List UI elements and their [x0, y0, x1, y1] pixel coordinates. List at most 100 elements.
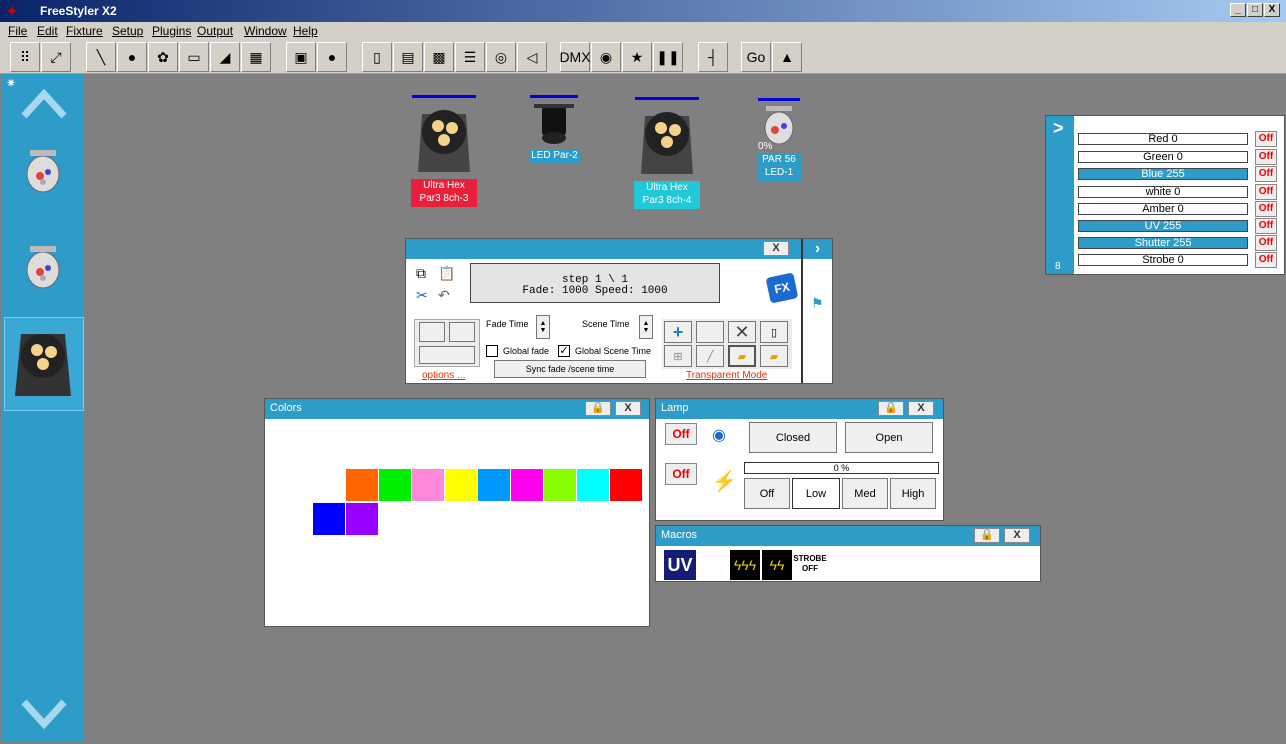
new-sequence-icon[interactable]: ▯ [760, 321, 788, 343]
transparent-mode-link[interactable]: Transparent Mode [686, 370, 767, 381]
mode-low-button[interactable]: Low [792, 478, 840, 509]
strobe-off-macro[interactable]: STROBE OFF [793, 554, 827, 574]
next-step-button[interactable] [449, 322, 475, 342]
select-fixtures-icon[interactable]: ⠿ [10, 42, 40, 72]
copy-icon[interactable]: ⧉ [416, 265, 426, 282]
deselect-fixtures-icon[interactable]: ⤢ [41, 42, 71, 72]
gobo-icon[interactable]: ● [117, 42, 147, 72]
color-swatch[interactable] [313, 503, 345, 535]
prism-icon[interactable]: ◢ [210, 42, 240, 72]
merge-step-icon[interactable]: ⊞ [664, 345, 692, 367]
color-swatch[interactable] [412, 469, 444, 501]
blank-step-button[interactable] [696, 321, 724, 343]
strobe-slow-icon[interactable]: ϟϟ [762, 550, 792, 580]
color-swatch[interactable] [379, 469, 411, 501]
lamp-open-button[interactable]: Open [845, 422, 933, 453]
menu-file[interactable]: File [8, 24, 27, 38]
stage-icon[interactable]: ▣ [286, 42, 316, 72]
uv-macro-button[interactable]: UV [664, 550, 696, 580]
faders-icon[interactable]: ☰ [455, 42, 485, 72]
sync-fade-button[interactable]: Sync fade /scene time [494, 360, 646, 378]
fader-icon[interactable]: ┤ [698, 42, 728, 72]
delete-step-icon[interactable]: ✕ [728, 321, 756, 343]
channel-off-button[interactable]: Off [1255, 252, 1277, 268]
fixture-label-par56-1[interactable]: PAR 56 LED-1 [757, 153, 801, 181]
smoke-icon[interactable]: ◁ [517, 42, 547, 72]
matrix-icon[interactable]: ▦ [241, 42, 271, 72]
fixture-thumb-par56-1[interactable] [18, 144, 68, 198]
color-swatch[interactable] [577, 469, 609, 501]
color-swatch[interactable] [478, 469, 510, 501]
speaker-icon[interactable]: ◎ [486, 42, 516, 72]
collapse-arrow-icon[interactable]: > [1053, 118, 1064, 139]
led-par-icon[interactable] [530, 100, 580, 148]
spotlight-icon[interactable]: ◉ [591, 42, 621, 72]
fixture-thumb-par56-2[interactable] [18, 240, 68, 294]
menu-edit[interactable]: Edit [37, 24, 58, 38]
cue-icon[interactable]: ▤ [393, 42, 423, 72]
strobe-fast-icon[interactable]: ϟϟϟ [730, 550, 760, 580]
strobe-off-button[interactable]: Off [665, 463, 697, 485]
channel-off-button[interactable]: Off [1255, 131, 1277, 147]
lamp-closed-button[interactable]: Closed [749, 422, 837, 453]
record-step-button[interactable] [419, 346, 475, 364]
menu-output[interactable]: Output [197, 24, 233, 38]
pause-icon[interactable]: ❚❚ [653, 42, 683, 72]
open-sequence-icon[interactable]: ▰ [728, 345, 756, 367]
fixture-thumb-ultrahex-selected[interactable] [4, 317, 84, 411]
prev-step-button[interactable] [419, 322, 445, 342]
color-swatch[interactable] [346, 469, 378, 501]
color-swatch[interactable] [544, 469, 576, 501]
save-sequence-icon[interactable]: ▰ [760, 345, 788, 367]
fixture-label-ultrahex-3[interactable]: Ultra Hex Par3 8ch-3 [411, 179, 477, 207]
add-step-icon[interactable]: + [664, 321, 692, 343]
paste-icon[interactable]: 📋 [438, 265, 455, 282]
scroll-up-icon[interactable] [20, 86, 68, 122]
options-link[interactable]: options ... [422, 370, 465, 381]
sphere-icon[interactable]: ● [317, 42, 347, 72]
menu-window[interactable]: Window [244, 24, 287, 38]
ultra-hex-icon[interactable] [635, 102, 699, 180]
global-fade-checkbox[interactable] [486, 345, 498, 357]
channel-off-button[interactable]: Off [1255, 149, 1277, 165]
mode-off-button[interactable]: Off [744, 478, 790, 509]
sequence-close-button[interactable]: X [763, 241, 789, 256]
color-swatch[interactable] [346, 503, 378, 535]
gear-icon[interactable]: ✷ [6, 76, 16, 90]
global-scene-checkbox[interactable]: ✓ [558, 345, 570, 357]
dmx-400-icon[interactable]: DMX [559, 42, 591, 72]
color-swatch[interactable] [445, 469, 477, 501]
macros-lock-icon[interactable]: 🔒 [974, 528, 1000, 543]
lamp-lock-icon[interactable]: 🔒 [878, 401, 904, 416]
expand-arrow-icon[interactable]: › [803, 239, 832, 259]
fx-button[interactable]: FX [765, 272, 799, 304]
warning-icon[interactable]: ▲ [772, 42, 802, 72]
lamp-close-button[interactable]: X [908, 401, 934, 416]
beam-icon[interactable]: ╲ [86, 42, 116, 72]
channel-slider[interactable]: Amber 0 [1078, 203, 1248, 215]
channel-slider[interactable]: Red 0 [1078, 133, 1248, 145]
fade-time-spinner[interactable]: ▲ ▼ [536, 315, 550, 339]
menu-fixture[interactable]: Fixture [66, 24, 103, 38]
channel-slider[interactable]: Green 0 [1078, 151, 1248, 163]
channel-slider[interactable]: Shutter 255 [1078, 237, 1248, 249]
menu-help[interactable]: Help [293, 24, 318, 38]
star-icon[interactable]: ★ [622, 42, 652, 72]
close-button[interactable]: X [1264, 3, 1280, 17]
channel-slider[interactable]: white 0 [1078, 186, 1248, 198]
color-wheel-icon[interactable]: ✿ [148, 42, 178, 72]
color-swatch[interactable] [511, 469, 543, 501]
macros-close-button[interactable]: X [1004, 528, 1030, 543]
channel-off-button[interactable]: Off [1255, 235, 1277, 251]
scene-time-spinner[interactable]: ▲ ▼ [639, 315, 653, 339]
colors-lock-icon[interactable]: 🔒 [585, 401, 611, 416]
channel-off-button[interactable]: Off [1255, 201, 1277, 217]
truss-icon[interactable]: ▭ [179, 42, 209, 72]
channel-off-button[interactable]: Off [1255, 166, 1277, 182]
keyboard-icon[interactable]: ▩ [424, 42, 454, 72]
undo-icon[interactable]: ↶ [438, 287, 450, 304]
edit-step-icon[interactable]: ╱ [696, 345, 724, 367]
fixtures-group-icon[interactable]: ⚑ [811, 295, 824, 312]
fixture-label-ultrahex-4[interactable]: Ultra Hex Par3 8ch-4 [634, 181, 700, 209]
maximize-button[interactable]: □ [1247, 3, 1263, 17]
